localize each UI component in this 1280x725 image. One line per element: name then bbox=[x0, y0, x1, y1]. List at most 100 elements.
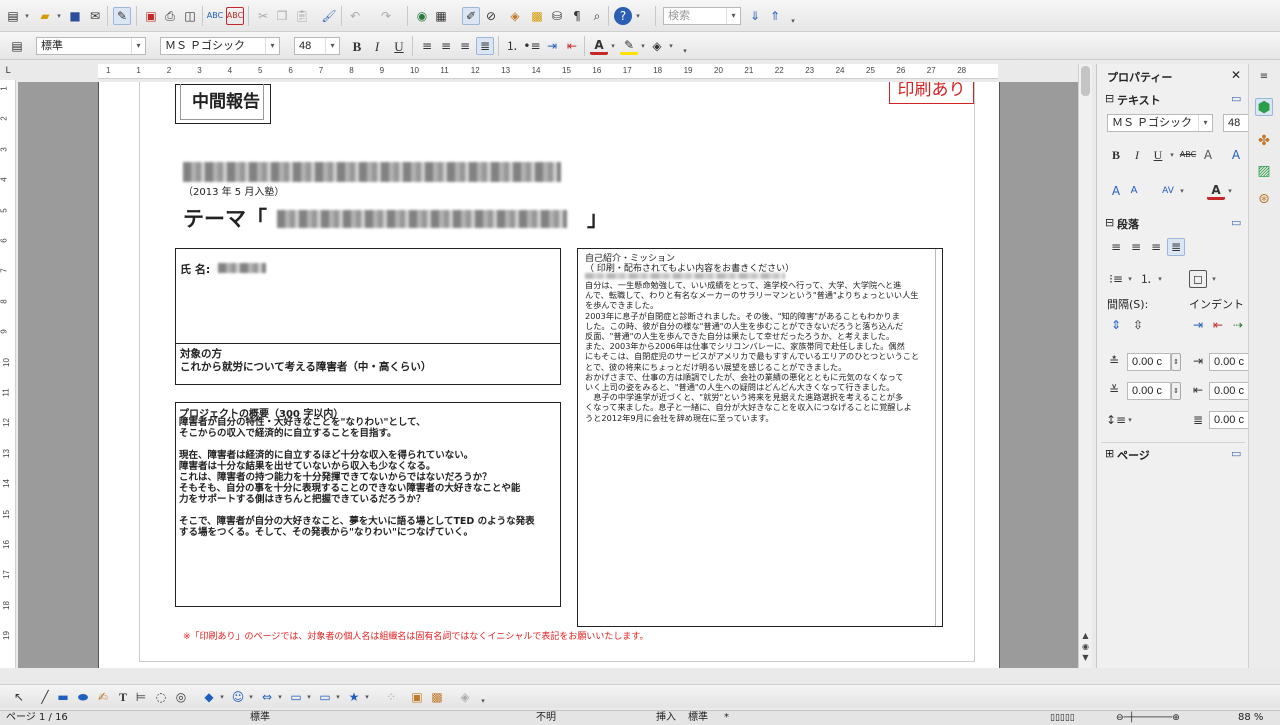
text-section-collapse-icon[interactable]: ⊟ bbox=[1105, 92, 1114, 105]
email-icon[interactable]: ✉ bbox=[86, 7, 104, 25]
background-color-icon[interactable]: ◈ bbox=[648, 37, 666, 55]
sidebar-bullets-icon[interactable]: ⁝≡ bbox=[1107, 270, 1125, 288]
symbol-shapes-icon[interactable]: ☺ bbox=[229, 688, 247, 706]
below-spacing-input[interactable]: 0.00 c bbox=[1127, 382, 1171, 400]
auto-spellcheck-icon[interactable]: ABC bbox=[226, 7, 244, 25]
gallery-tab-icon[interactable]: ▨ bbox=[1255, 162, 1273, 180]
zoom-icon[interactable]: ⌕ bbox=[588, 7, 606, 25]
sidebar-clear-format-icon[interactable]: A bbox=[1227, 146, 1245, 164]
numbered-list-icon[interactable]: ⒈ bbox=[503, 37, 521, 55]
page-style-indicator[interactable]: 標準 bbox=[250, 711, 270, 725]
data-sources-icon[interactable]: ⛁ bbox=[548, 7, 566, 25]
scrollbar-thumb[interactable] bbox=[1081, 66, 1090, 96]
sidebar-decrease-indent-icon[interactable]: ⇤ bbox=[1209, 316, 1227, 334]
sidebar-shadow-icon[interactable]: A bbox=[1199, 146, 1217, 164]
find-replace-icon[interactable]: ⊘ bbox=[482, 7, 500, 25]
first-line-indent-input[interactable]: 0.00 c bbox=[1209, 411, 1249, 429]
increase-spacing-icon[interactable]: ⇕ bbox=[1107, 316, 1125, 334]
sidebar-hanging-indent-icon[interactable]: ⇢ bbox=[1229, 316, 1247, 334]
horizontal-ruler[interactable]: 1 1 2 3 4 5 6 7 8 9 10 11 12 13 14 15 16 17 18 19 20 21 22 23 24… bbox=[98, 64, 998, 79]
help-icon[interactable]: ? bbox=[614, 7, 632, 25]
italic-icon[interactable]: I bbox=[368, 37, 386, 55]
paragraph-more-options-icon[interactable]: ▭ bbox=[1231, 216, 1241, 229]
help-dropdown-icon[interactable]: ▾ bbox=[633, 7, 643, 25]
redo-icon[interactable]: ↷ bbox=[377, 7, 395, 25]
block-arrows-icon[interactable]: ⇔ bbox=[258, 688, 276, 706]
new-document-icon[interactable]: ▤ bbox=[4, 7, 22, 25]
toolbar-overflow-icon[interactable]: ▾ bbox=[788, 12, 798, 30]
rectangle-tool-icon[interactable]: ▬ bbox=[54, 688, 72, 706]
formatting-overflow-icon[interactable]: ▾ bbox=[680, 42, 690, 60]
print-icon[interactable]: ⎙ bbox=[161, 7, 179, 25]
align-left-icon[interactable]: ≡ bbox=[418, 37, 436, 55]
edit-mode-icon[interactable]: ✎ bbox=[113, 7, 131, 25]
above-spacing-input[interactable]: 0.00 c bbox=[1127, 353, 1171, 371]
font-color-icon[interactable]: A bbox=[590, 37, 608, 55]
font-name-dropdown-icon[interactable]: ▾ bbox=[265, 38, 279, 54]
basic-shapes-dropdown-icon[interactable]: ▾ bbox=[217, 688, 227, 706]
font-size-dropdown-icon[interactable]: ▾ bbox=[325, 38, 339, 54]
zoom-slider[interactable]: ⊖─┼───────⊕ bbox=[1116, 711, 1180, 725]
sidebar-italic-icon[interactable]: I bbox=[1128, 146, 1146, 164]
sidebar-font-color-dropdown-icon[interactable]: ▾ bbox=[1225, 182, 1235, 200]
vertical-ruler[interactable]: 1 2 3 4 5 6 7 8 9 10 11 12 13 14 15 16 17 18 19 bbox=[0, 80, 16, 668]
decrease-indent-icon[interactable]: ⇤ bbox=[563, 37, 581, 55]
sidebar-align-center-icon[interactable]: ≡ bbox=[1127, 238, 1145, 256]
formatting-marks-icon[interactable]: ¶ bbox=[568, 7, 586, 25]
justify-icon[interactable]: ≣ bbox=[476, 37, 494, 55]
cut-icon[interactable]: ✂ bbox=[254, 7, 272, 25]
document-page[interactable]: 中間報告 印刷あり （2013 年 5 月入塾） テーマ「 」 氏 名: 対象の… bbox=[98, 82, 1000, 668]
sidebar-underline-dropdown-icon[interactable]: ▾ bbox=[1167, 146, 1177, 164]
flowchart-icon[interactable]: ▭ bbox=[287, 688, 305, 706]
align-right-icon[interactable]: ≡ bbox=[456, 37, 474, 55]
navigator-icon[interactable]: ◈ bbox=[506, 7, 524, 25]
bold-icon[interactable]: B bbox=[348, 37, 366, 55]
clone-formatting-icon[interactable]: 🖌︎ bbox=[320, 7, 338, 25]
sidebar-increase-indent-icon[interactable]: ⇥ bbox=[1189, 316, 1207, 334]
line-tool-icon[interactable]: ╱ bbox=[36, 688, 54, 706]
decrease-spacing-icon[interactable]: ⇳ bbox=[1129, 316, 1147, 334]
callouts-dropdown-icon[interactable]: ▾ bbox=[333, 688, 343, 706]
draw-functions-icon[interactable]: ✐ bbox=[462, 7, 480, 25]
copy-icon[interactable]: ❐ bbox=[273, 7, 291, 25]
sidebar-font-size-select[interactable]: 48 bbox=[1223, 114, 1249, 132]
intro-box[interactable]: 自己紹介・ミッション （ 印刷・配布されてもよい内容をお書きください） 自分は、… bbox=[577, 248, 943, 627]
select-arrow-icon[interactable]: ↖ bbox=[10, 688, 28, 706]
print-preview-icon[interactable]: ◫ bbox=[181, 7, 199, 25]
spellcheck-icon[interactable]: ABC bbox=[206, 7, 224, 25]
header-box[interactable]: 中間報告 bbox=[175, 84, 271, 124]
underline-icon[interactable]: U bbox=[390, 37, 408, 55]
basic-shapes-icon[interactable]: ◆ bbox=[200, 688, 218, 706]
sidebar-strikethrough-icon[interactable]: ABC bbox=[1179, 146, 1197, 164]
zoom-percent[interactable]: 88 % bbox=[1238, 711, 1263, 725]
open-dropdown-icon[interactable]: ▾ bbox=[54, 7, 64, 25]
bulleted-list-icon[interactable]: •≡ bbox=[523, 37, 541, 55]
sidebar-numbering-dropdown-icon[interactable]: ▾ bbox=[1155, 270, 1165, 288]
export-pdf-icon[interactable]: ▣ bbox=[142, 7, 160, 25]
gallery-icon[interactable]: ▩ bbox=[528, 7, 546, 25]
sidebar-spacing-dropdown-icon[interactable]: ▾ bbox=[1177, 182, 1187, 200]
block-arrows-dropdown-icon[interactable]: ▾ bbox=[275, 688, 285, 706]
table-icon[interactable]: ▦ bbox=[432, 7, 450, 25]
text-tool-icon[interactable]: T bbox=[114, 688, 132, 706]
font-name-select[interactable]: ＭＳ Ｐゴシック ▾ bbox=[160, 37, 280, 55]
fontwork-icon[interactable]: ▣ bbox=[408, 688, 426, 706]
sidebar-justify-icon[interactable]: ≣ bbox=[1167, 238, 1185, 256]
highlighting-dropdown-icon[interactable]: ▾ bbox=[638, 37, 648, 55]
page-section-expand-icon[interactable]: ⊞ bbox=[1105, 447, 1114, 460]
stars-dropdown-icon[interactable]: ▾ bbox=[362, 688, 372, 706]
find-next-icon[interactable]: ⇓ bbox=[746, 7, 764, 25]
name-target-box[interactable]: 氏 名: 対象の方 これから就労について考える障害者（中・高くらい） bbox=[175, 248, 561, 385]
language-indicator[interactable]: 不明 bbox=[536, 711, 556, 725]
background-color-dropdown-icon[interactable]: ▾ bbox=[666, 37, 676, 55]
view-layout-icon[interactable]: ▯▯▯▯▯ bbox=[1050, 711, 1075, 725]
below-spacing-spin-icon[interactable]: ⇕ bbox=[1171, 382, 1181, 400]
ellipse-tool-icon[interactable]: ⬬ bbox=[74, 688, 92, 706]
drawing-overflow-icon[interactable]: ▾ bbox=[478, 692, 488, 710]
paragraph-style-dropdown-icon[interactable]: ▾ bbox=[131, 38, 145, 54]
after-indent-input[interactable]: 0.00 c bbox=[1209, 382, 1249, 400]
insert-image-icon[interactable]: ▩ bbox=[428, 688, 446, 706]
sidebar-grow-font-icon[interactable]: A bbox=[1107, 182, 1125, 200]
font-size-select[interactable]: 48 ▾ bbox=[294, 37, 340, 55]
freeform-tool-icon[interactable]: ✍ bbox=[94, 688, 112, 706]
